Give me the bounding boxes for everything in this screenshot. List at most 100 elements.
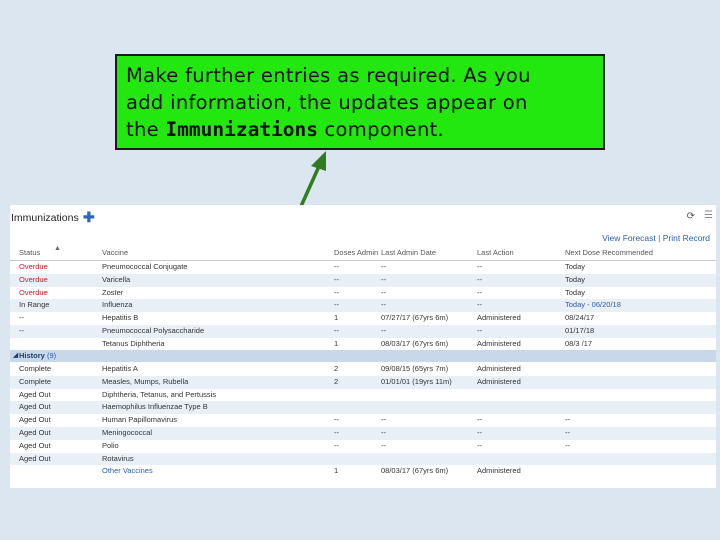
menu-icon[interactable]: ☰ bbox=[704, 210, 713, 221]
table-row[interactable]: Aged Out Diphtheria, Tetanus, and Pertuss… bbox=[10, 389, 716, 402]
cell-vaccine: Human Papillomavirus bbox=[102, 415, 178, 425]
plus-icon[interactable]: ✚ bbox=[83, 210, 95, 224]
cell-last-admin-date: -- bbox=[381, 300, 386, 310]
cell-vaccine: Rotavirus bbox=[102, 453, 134, 463]
table-row[interactable]: Complete Measles, Mumps, Rubella 2 01/01/01… bbox=[10, 375, 716, 389]
cell-status: Overdue bbox=[19, 262, 48, 271]
cell-next-dose: Today - 06/20/18 bbox=[565, 300, 621, 310]
cell-last-admin-date: -- bbox=[381, 428, 386, 437]
cell-last-admin-date: 08/03/17 (67yrs 6m) bbox=[381, 466, 449, 476]
cell-doses: 2 bbox=[334, 364, 339, 373]
column-header-last-date[interactable]: Last Admin Date bbox=[381, 248, 477, 257]
collapse-caret-icon[interactable]: ◢ bbox=[13, 350, 18, 362]
cell-vaccine: Influenza bbox=[102, 300, 133, 310]
column-header-doses[interactable]: Doses Admin bbox=[334, 248, 378, 257]
cell-doses: 1 bbox=[334, 338, 339, 348]
cell-last-action: -- bbox=[477, 415, 482, 425]
cell-status: Overdue bbox=[19, 274, 48, 284]
cell-last-admin-date: 07/27/17 (67yrs 6m) bbox=[381, 313, 449, 323]
cell-vaccine: Haemophilus Influenzae Type B bbox=[102, 402, 208, 412]
table-row[interactable]: In Range Influenza -- -- -- Today - 06/20/18 bbox=[10, 299, 716, 313]
table-row[interactable]: Aged Out Meningococcal -- -- -- -- bbox=[10, 427, 716, 440]
cell-last-admin-date: -- bbox=[381, 274, 386, 284]
cell-last-action: -- bbox=[477, 326, 482, 335]
table-row[interactable]: Complete Hepatitis A 2 09/08/15 (65yrs 7m) A… bbox=[10, 363, 716, 376]
cell-doses: -- bbox=[334, 440, 339, 450]
table-row[interactable]: Other Vaccines 1 08/03/17 (67yrs 6m) Admini… bbox=[10, 465, 716, 478]
cell-next-dose: -- bbox=[565, 428, 570, 437]
table-row[interactable]: Overdue Pneumococcal Conjugate -- -- -- Today bbox=[10, 261, 716, 274]
cell-vaccine: Measles, Mumps, Rubella bbox=[102, 376, 189, 386]
cell-last-admin-date: 09/08/15 (65yrs 7m) bbox=[381, 364, 449, 373]
cell-next-dose: 01/17/18 bbox=[565, 326, 595, 335]
table-row[interactable]: -- Pneumococcal Polysaccharide -- -- -- 01/17… bbox=[10, 325, 716, 338]
table-row[interactable]: Overdue Zoster -- -- -- Today bbox=[10, 287, 716, 300]
cell-doses: -- bbox=[334, 415, 339, 425]
print-record-link[interactable]: Print Record bbox=[663, 233, 710, 243]
cell-status: Aged Out bbox=[19, 428, 51, 437]
arrow-head bbox=[311, 151, 326, 171]
column-header-next-dose[interactable]: Next Dose Recommended bbox=[565, 248, 715, 257]
cell-status: Complete bbox=[19, 376, 52, 386]
table-row[interactable]: Aged Out Human Papillomavirus -- -- -- -- bbox=[10, 414, 716, 427]
cell-vaccine: Pneumococcal Conjugate bbox=[102, 262, 188, 271]
table-row[interactable]: Tetanus Diphtheria 1 08/03/17 (67yrs 6m) Ad… bbox=[10, 338, 716, 351]
refresh-icon[interactable]: ⟳ bbox=[687, 211, 695, 222]
cell-status: -- bbox=[19, 326, 24, 335]
cell-vaccine: Meningococcal bbox=[102, 428, 153, 437]
cell-last-action: -- bbox=[477, 262, 482, 271]
panel-header: Immunizations ✚ ⟳ ☰ bbox=[10, 205, 716, 231]
cell-last-action: -- bbox=[477, 300, 482, 310]
cell-status: Aged Out bbox=[19, 389, 51, 399]
link-separator: | bbox=[658, 233, 661, 243]
panel-title: Immunizations bbox=[11, 212, 79, 224]
cell-last-action: Administered bbox=[477, 313, 521, 323]
cell-doses: 1 bbox=[334, 466, 339, 476]
cell-last-admin-date: -- bbox=[381, 415, 386, 425]
cell-vaccine: Diphtheria, Tetanus, and Pertussis bbox=[102, 389, 217, 399]
cell-doses: -- bbox=[334, 274, 339, 284]
sort-arrow-icon[interactable]: ▲ bbox=[54, 245, 61, 252]
cell-next-dose: Today bbox=[565, 262, 586, 271]
table-row[interactable]: Overdue Varicella -- -- -- Today bbox=[10, 273, 716, 287]
history-section-header[interactable]: ◢ History (9) bbox=[10, 350, 716, 362]
cell-doses: -- bbox=[334, 300, 339, 310]
cell-last-action: -- bbox=[477, 440, 482, 450]
cell-next-dose: 08/3 /17 bbox=[565, 338, 593, 348]
callout-line-3-prefix: the bbox=[126, 118, 166, 141]
callout-line-3: the Immunizations component. bbox=[126, 116, 595, 143]
cell-doses: -- bbox=[334, 428, 339, 437]
table-row[interactable]: -- Hepatitis B 1 07/27/17 (67yrs 6m) Adminis… bbox=[10, 312, 716, 325]
view-forecast-link[interactable]: View Forecast bbox=[602, 233, 656, 243]
cell-vaccine: Varicella bbox=[102, 274, 131, 284]
cell-vaccine: Other Vaccines bbox=[102, 466, 153, 476]
cell-last-action: Administered bbox=[477, 376, 521, 386]
cell-last-action: Administered bbox=[477, 338, 521, 348]
cell-doses: 2 bbox=[334, 376, 339, 386]
column-header-last-action[interactable]: Last Action bbox=[477, 248, 563, 257]
cell-status: Aged Out bbox=[19, 415, 51, 425]
callout-line-2: add information, the updates appear on bbox=[126, 91, 528, 114]
callout-emphasis: Immunizations bbox=[165, 118, 319, 141]
cell-last-admin-date: -- bbox=[381, 326, 386, 335]
cell-last-action: -- bbox=[477, 428, 482, 437]
table-row[interactable]: Aged Out Rotavirus bbox=[10, 452, 716, 466]
cell-status: Aged Out bbox=[19, 440, 51, 450]
callout-line-3-suffix: component. bbox=[318, 118, 445, 141]
cell-status: Aged Out bbox=[19, 453, 51, 463]
history-label: History bbox=[19, 351, 45, 360]
table-row[interactable]: Aged Out Polio -- -- -- -- bbox=[10, 440, 716, 453]
cell-doses: -- bbox=[334, 287, 339, 297]
cell-status: Aged Out bbox=[19, 402, 51, 412]
cell-last-action: -- bbox=[477, 287, 482, 297]
cell-last-admin-date: -- bbox=[381, 287, 386, 297]
table-row[interactable]: Aged Out Haemophilus Influenzae Type B bbox=[10, 401, 716, 415]
callout-line-1: Make further entries as required. As you bbox=[126, 64, 531, 87]
cell-vaccine: Zoster bbox=[102, 287, 124, 297]
cell-next-dose: 08/24/17 bbox=[565, 313, 595, 323]
cell-vaccine: Hepatitis B bbox=[102, 313, 139, 323]
cell-status: Overdue bbox=[19, 287, 48, 297]
column-header-vaccine[interactable]: Vaccine bbox=[102, 248, 322, 257]
immunizations-panel: Immunizations ✚ ⟳ ☰ View Forecast | Prin… bbox=[10, 205, 716, 488]
cell-doses: -- bbox=[334, 262, 339, 271]
